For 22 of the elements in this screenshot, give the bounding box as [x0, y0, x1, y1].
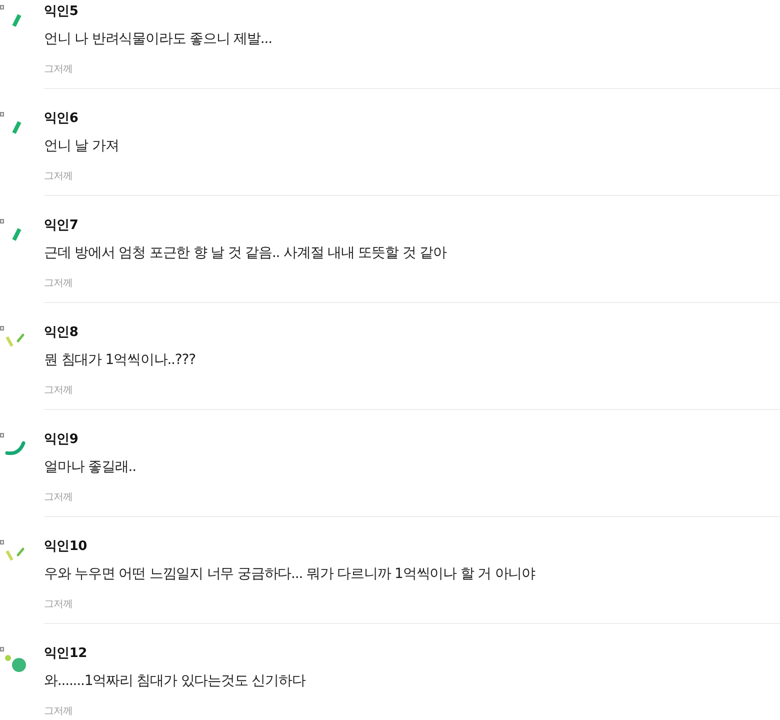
comment-text: 근데 방에서 엄청 포근한 향 날 것 같음.. 사계절 내내 또뜻할 것 같아	[44, 244, 448, 263]
author-name: 익인6	[44, 110, 80, 128]
comment-text: 언니 날 가져	[44, 137, 120, 156]
comment-time: 그저께	[44, 705, 74, 719]
comment-text: 얼마나 좋길래..	[44, 458, 137, 477]
author-name: 익인12	[44, 645, 88, 663]
author-name: 익인9	[44, 431, 80, 449]
comment-text: 와.......1억짜리 침대가 있다는것도 신기하다	[44, 672, 307, 691]
comment-text: 언니 나 반려식물이라도 좋으니 제발...	[44, 30, 273, 49]
comment-text: 우와 누우면 어떤 느낌일지 너무 궁금하다... 뭐가 다르니까 1억씩이나 할 거 아니야	[44, 565, 536, 584]
author-name: 익인10	[44, 538, 88, 556]
author-name: 익인8	[44, 324, 80, 342]
author-name: 익인5	[44, 3, 80, 21]
comment-time: 그저께	[44, 491, 74, 505]
comment-time: 그저께	[44, 384, 74, 398]
comment-text: 뭔 침대가 1억씩이나..???	[44, 351, 196, 370]
comment-time: 그저께	[44, 598, 74, 612]
avatar-icon	[0, 647, 27, 673]
author-name: 익인7	[44, 217, 80, 235]
comment-time: 그저께	[44, 277, 74, 291]
comment-time: 그저께	[44, 63, 74, 77]
comment-time: 그저께	[44, 170, 74, 184]
